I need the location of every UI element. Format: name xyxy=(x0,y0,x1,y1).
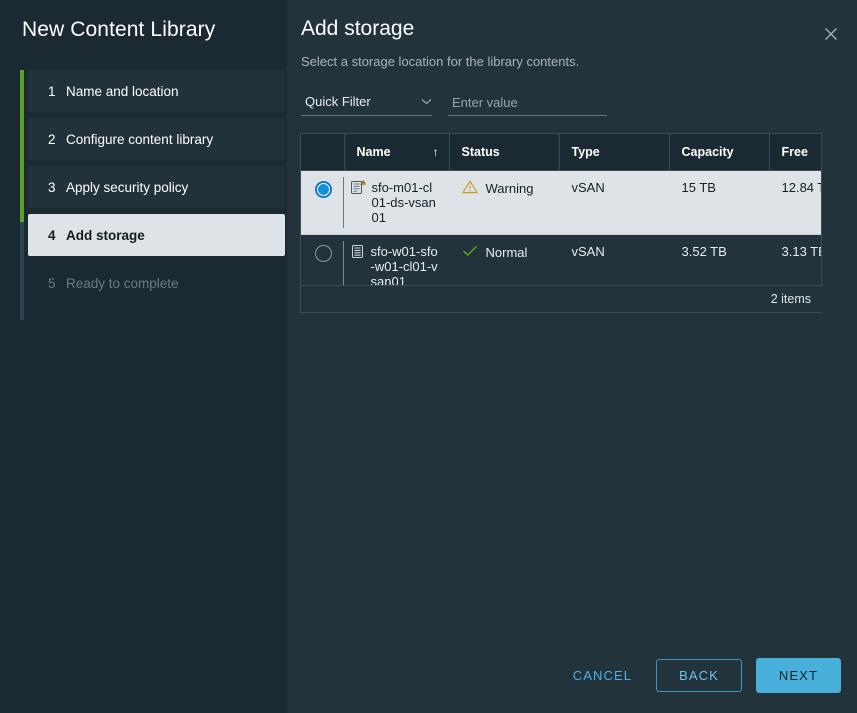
column-header-label: Capacity xyxy=(681,144,734,159)
sidebar-step-ready-to-complete: 5 Ready to complete xyxy=(28,262,285,304)
sidebar-step-apply-security-policy[interactable]: 3 Apply security policy xyxy=(28,166,285,208)
radio-button[interactable] xyxy=(315,244,332,262)
add-storage-panel: Add storage Select a storage location fo… xyxy=(287,0,857,713)
step-number: 3 xyxy=(48,179,56,195)
next-button[interactable]: NEXT xyxy=(755,658,841,693)
table-header-row: Name ↑ Status Type Capacity Free xyxy=(301,134,821,171)
step-number: 5 xyxy=(48,275,56,291)
row-capacity-cell: 15 TB xyxy=(669,170,769,235)
radio-button-selected[interactable] xyxy=(315,180,332,198)
step-label: Add storage xyxy=(66,227,145,243)
cancel-button[interactable]: CANCEL xyxy=(563,660,642,691)
new-content-library-wizard: New Content Library 1 Name and location … xyxy=(0,0,857,713)
column-header-capacity[interactable]: Capacity xyxy=(669,134,770,171)
column-header-select xyxy=(301,134,345,171)
filter-toolbar: Quick Filter xyxy=(301,92,607,116)
sort-ascending-icon: ↑ xyxy=(432,144,439,159)
step-number: 4 xyxy=(48,227,56,243)
page-title: Add storage xyxy=(301,17,415,40)
row-status-cell: Warning xyxy=(449,170,559,235)
column-header-status[interactable]: Status xyxy=(449,134,560,171)
step-label: Ready to complete xyxy=(66,275,179,291)
sidebar-step-name-and-location[interactable]: 1 Name and location xyxy=(28,70,285,112)
wizard-title: New Content Library xyxy=(22,18,216,41)
datastore-warning-icon xyxy=(350,179,366,199)
column-header-free[interactable]: Free xyxy=(769,134,821,171)
step-number: 1 xyxy=(48,83,56,99)
chevron-down-icon xyxy=(421,92,432,110)
column-header-label: Name xyxy=(356,144,391,159)
item-count-label: 2 items xyxy=(770,292,811,306)
close-icon[interactable] xyxy=(819,22,843,46)
column-header-type[interactable]: Type xyxy=(559,134,670,171)
sidebar-step-add-storage[interactable]: 4 Add storage xyxy=(28,214,285,256)
row-type-cell: vSAN xyxy=(559,170,669,235)
datastore-icon xyxy=(351,244,365,263)
step-label: Name and location xyxy=(66,83,179,99)
sidebar-step-configure-content-library[interactable]: 2 Configure content library xyxy=(28,118,285,160)
quick-filter-label: Quick Filter xyxy=(305,93,371,109)
stepper-rail-progress xyxy=(20,70,24,222)
row-free-cell: 12.84 TB xyxy=(769,170,821,235)
column-header-label: Free xyxy=(781,144,808,159)
row-status-label: Normal xyxy=(485,244,528,260)
column-header-name[interactable]: Name ↑ xyxy=(344,134,450,171)
column-header-label: Type xyxy=(571,144,600,159)
table-row[interactable]: sfo-m01-cl01-ds-vsan01 Warning vSAN 15 T… xyxy=(301,170,821,235)
filter-value-input[interactable] xyxy=(448,95,607,116)
check-icon xyxy=(462,244,478,261)
table-footer: 2 items xyxy=(300,285,823,313)
row-status-label: Warning xyxy=(485,180,534,196)
row-name-cell: sfo-m01-cl01-ds-vsan01 xyxy=(344,170,449,235)
step-number: 2 xyxy=(48,131,56,147)
column-header-label: Status xyxy=(461,144,500,159)
row-name-label: sfo-m01-cl01-ds-vsan01 xyxy=(371,179,436,225)
quick-filter-dropdown[interactable]: Quick Filter xyxy=(301,92,432,116)
page-subtitle: Select a storage location for the librar… xyxy=(301,54,580,69)
row-select-cell[interactable] xyxy=(301,170,344,235)
step-label: Configure content library xyxy=(66,131,214,147)
warning-triangle-icon xyxy=(461,179,478,197)
step-label: Apply security policy xyxy=(66,179,189,195)
wizard-stepper: 1 Name and location 2 Configure content … xyxy=(20,70,285,320)
datastore-table: Name ↑ Status Type Capacity Free sfo-m01… xyxy=(300,133,822,300)
back-button[interactable]: BACK xyxy=(656,659,742,692)
wizard-sidebar: New Content Library 1 Name and location … xyxy=(0,0,287,713)
wizard-footer: CANCEL BACK NEXT xyxy=(563,658,841,693)
row-name-label: sfo-w01-sfo-w01-cl01-vsan01 xyxy=(370,243,438,289)
